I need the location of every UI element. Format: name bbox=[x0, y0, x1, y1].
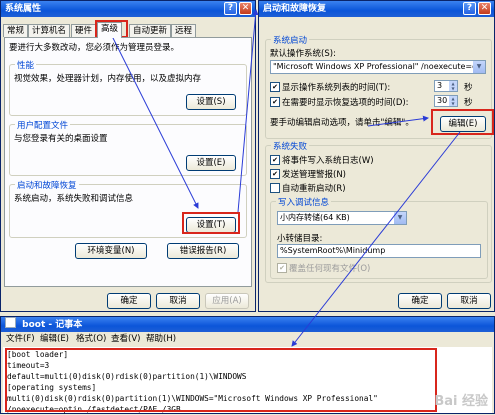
editor-highlight bbox=[5, 348, 437, 412]
error-reporting-button[interactable]: 错误报告(R) bbox=[167, 243, 239, 259]
spinner-arrows-icon[interactable]: ▲ ▼ bbox=[449, 81, 457, 91]
startup-recovery-title: 启动和故障恢复 bbox=[263, 4, 327, 14]
performance-desc: 视觉效果，处理器计划，内存使用，以及虚拟内存 bbox=[14, 74, 202, 84]
default-os-select[interactable]: "Microsoft Windows XP Professional" /noe… bbox=[270, 60, 486, 74]
edit-button-highlight bbox=[431, 109, 494, 135]
startup-recovery-label: 启动和故障恢复 bbox=[15, 179, 79, 191]
startup-recovery-desc: 系统启动，系统失败和调试信息 bbox=[14, 194, 134, 204]
tab-auto-update[interactable]: 自动更新 bbox=[129, 24, 172, 37]
overwrite-checkbox[interactable]: ✔ bbox=[277, 263, 287, 273]
menu-view[interactable]: 查看(V) bbox=[111, 332, 140, 344]
system-startup-label: 系统启动 bbox=[271, 34, 310, 46]
small-dump-dir-label: 小转储目录: bbox=[277, 234, 323, 244]
startup-button-highlight bbox=[182, 212, 240, 234]
spinner-arrows-icon[interactable]: ▲ ▼ bbox=[449, 96, 457, 106]
show-recovery-value: 30 bbox=[437, 96, 448, 105]
tab-general[interactable]: 常规 bbox=[3, 24, 29, 37]
default-os-label: 默认操作系统(S): bbox=[270, 49, 336, 59]
sysprops-cancel-button[interactable]: 取消 bbox=[156, 293, 200, 309]
admin-notice: 要进行大多数改动，您必须作为管理员登录。 bbox=[9, 43, 180, 53]
user-profile-settings-button[interactable]: 设置(E) bbox=[186, 155, 236, 171]
seconds-label: 秒 bbox=[464, 83, 473, 93]
system-properties-titlebar: 系统属性 ? ✕ bbox=[1, 1, 255, 17]
close-icon[interactable]: ✕ bbox=[239, 2, 252, 15]
startup-cancel-button[interactable]: 取消 bbox=[447, 293, 491, 309]
debug-info-group: 写入调试信息 小内存转储(64 KB) 小转储目录: %SystemRoot%\… bbox=[270, 196, 488, 279]
system-properties-window: 系统属性 ? ✕ 常规 计算机名 硬件 高级 自动更新 远程 要进行大多数改动，… bbox=[0, 0, 256, 312]
performance-label: 性能 bbox=[15, 59, 37, 71]
menu-format[interactable]: 格式(O) bbox=[76, 332, 106, 344]
system-failure-label: 系统失败 bbox=[271, 140, 310, 152]
tab-computer-name[interactable]: 计算机名 bbox=[28, 24, 71, 37]
debug-info-select[interactable]: 小内存转储(64 KB) bbox=[277, 211, 407, 225]
show-recovery-spinner[interactable]: 30 ▲ ▼ bbox=[434, 95, 458, 107]
notepad-title: boot - 记事本 bbox=[22, 320, 83, 330]
menu-edit[interactable]: 编辑(E) bbox=[40, 332, 69, 344]
show-os-list-checkbox[interactable]: ✔ bbox=[270, 82, 280, 92]
debug-info-label: 写入调试信息 bbox=[276, 196, 332, 208]
startup-recovery-titlebar: 启动和故障恢复 ? ✕ bbox=[259, 1, 494, 17]
user-profile-group: 用户配置文件 与您登录有关的桌面设置 设置(E) bbox=[9, 119, 247, 176]
notepad-titlebar: boot - 记事本 bbox=[1, 317, 494, 332]
startup-ok-button[interactable]: 确定 bbox=[398, 293, 442, 309]
close-icon[interactable]: ✕ bbox=[478, 2, 491, 15]
seconds-label-2: 秒 bbox=[464, 98, 473, 108]
menu-help[interactable]: 帮助(H) bbox=[146, 332, 176, 344]
show-os-list-value: 3 bbox=[437, 81, 443, 90]
sysprops-ok-button[interactable]: 确定 bbox=[107, 293, 151, 309]
auto-restart-label: 自动重新启动(R) bbox=[282, 184, 346, 194]
system-failure-group: 系统失败 ✔ 将事件写入系统日志(W) ✔ 发送管理警报(N) 自动重新启动(R… bbox=[265, 140, 492, 283]
send-alert-checkbox[interactable]: ✔ bbox=[270, 169, 280, 179]
watermark-logo: Bai 经验 bbox=[434, 394, 488, 409]
notepad-icon bbox=[5, 317, 16, 328]
tab-advanced[interactable]: 高级 bbox=[97, 22, 123, 38]
auto-restart-checkbox[interactable] bbox=[270, 183, 280, 193]
performance-settings-button[interactable]: 设置(S) bbox=[186, 94, 236, 110]
performance-group: 性能 视觉效果，处理器计划，内存使用，以及虚拟内存 设置(S) bbox=[9, 59, 247, 116]
show-os-list-spinner[interactable]: 3 ▲ ▼ bbox=[434, 80, 458, 92]
show-recovery-label: 在需要时显示恢复选项的时间(D): bbox=[282, 98, 409, 108]
system-properties-title: 系统属性 bbox=[5, 4, 42, 14]
help-icon[interactable]: ? bbox=[224, 2, 237, 15]
manual-edit-text: 要手动编辑启动选项，请单击"编辑"。 bbox=[270, 118, 414, 128]
startup-recovery-window: 启动和故障恢复 ? ✕ 系统启动 默认操作系统(S): "Microsoft W… bbox=[258, 0, 495, 312]
advanced-panel: 要进行大多数改动，您必须作为管理员登录。 性能 视觉效果，处理器计划，内存使用，… bbox=[4, 37, 252, 287]
write-event-checkbox[interactable]: ✔ bbox=[270, 155, 280, 165]
write-event-label: 将事件写入系统日志(W) bbox=[282, 156, 374, 166]
notepad-menubar: 文件(F) 编辑(E) 格式(O) 查看(V) 帮助(H) bbox=[1, 332, 494, 345]
send-alert-label: 发送管理警报(N) bbox=[282, 170, 346, 180]
dump-path-input[interactable]: %SystemRoot%\Minidump bbox=[277, 244, 481, 258]
show-recovery-checkbox[interactable]: ✔ bbox=[270, 97, 280, 107]
tab-remote[interactable]: 远程 bbox=[171, 24, 197, 37]
menu-file[interactable]: 文件(F) bbox=[6, 332, 35, 344]
show-os-list-label: 显示操作系统列表的时间(T): bbox=[282, 83, 391, 93]
help-icon[interactable]: ? bbox=[463, 2, 476, 15]
overwrite-label: 覆盖任何现有文件(O) bbox=[289, 264, 371, 274]
sysprops-apply-button[interactable]: 应用(A) bbox=[205, 293, 249, 309]
user-profile-desc: 与您登录有关的桌面设置 bbox=[14, 134, 108, 144]
environment-variables-button[interactable]: 环境变量(N) bbox=[75, 243, 147, 259]
notepad-window: boot - 记事本 文件(F) 编辑(E) 格式(O) 查看(V) 帮助(H)… bbox=[0, 316, 495, 414]
tab-hardware[interactable]: 硬件 bbox=[71, 24, 97, 37]
user-profile-label: 用户配置文件 bbox=[15, 119, 71, 131]
